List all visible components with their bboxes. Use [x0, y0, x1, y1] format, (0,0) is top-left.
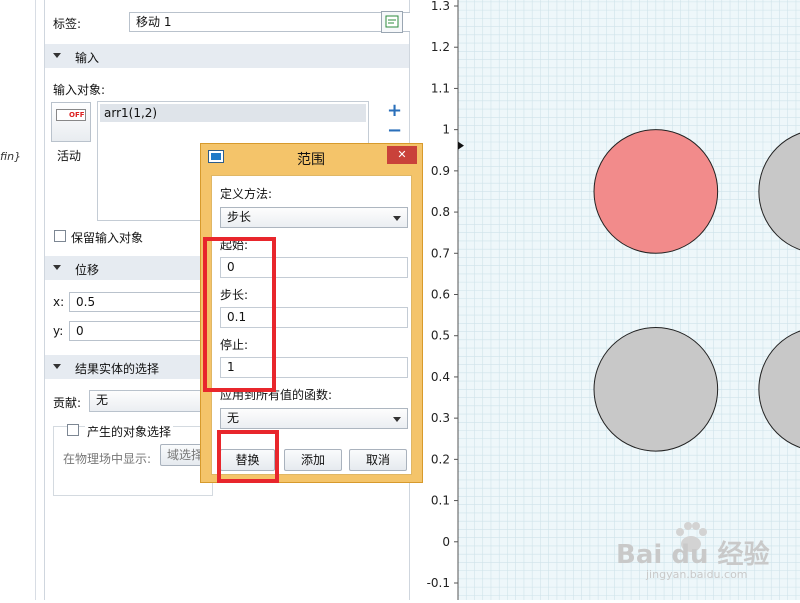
define-method-value: 步长	[227, 210, 252, 224]
y-tick-label: 0.7	[431, 246, 450, 260]
y-tick-label: 0.5	[431, 329, 450, 343]
keep-input-label: 保留输入对象	[71, 231, 144, 245]
watermark-url: jingyan.baidu.com	[646, 568, 748, 581]
y-tick-label: 1.1	[431, 81, 450, 95]
create-selection-checkbox[interactable]	[67, 424, 79, 436]
y-tick-label: 0.6	[431, 288, 450, 302]
section-input[interactable]: 输入	[45, 44, 409, 68]
circle-shape[interactable]	[593, 326, 719, 452]
list-item[interactable]: arr1(1,2)	[100, 104, 366, 122]
y-tick-label: -0.1	[427, 576, 450, 590]
collapse-icon	[53, 265, 61, 270]
cancel-button[interactable]: 取消	[349, 449, 407, 471]
function-select[interactable]: 无	[220, 408, 408, 429]
y-tick-label: 0.8	[431, 205, 450, 219]
y-tick-label: 1	[442, 123, 450, 137]
input-objects-caption: 输入对象:	[53, 83, 106, 97]
section-title: 结果实体的选择	[75, 362, 160, 376]
graphics-view[interactable]: 1.3 1.2 1.1 1 0.9 0.8 0.7 0.6 0.5 0.4 0.3 0.2 0.1 0 -0…	[410, 0, 800, 600]
define-method-label: 定义方法:	[220, 187, 273, 201]
formula-fragment: fin}	[0, 150, 22, 163]
highlight-box-replace	[217, 430, 279, 483]
notes-icon	[385, 15, 399, 28]
baidu-watermark: Bai du 经验 jingyan.baidu.com	[610, 520, 800, 590]
add-icon[interactable]: +	[387, 100, 402, 121]
define-method-select[interactable]: 步长	[220, 207, 408, 228]
circle-shape[interactable]	[593, 129, 719, 254]
divider-line	[35, 0, 36, 600]
y-tick-label: 0	[442, 535, 450, 549]
app-icon	[208, 150, 224, 163]
y-tick-label: 1.2	[431, 40, 450, 54]
active-toggle[interactable]: OFF	[51, 102, 91, 142]
show-in-physics-label: 在物理场中显示:	[63, 452, 152, 466]
notes-button[interactable]	[381, 11, 403, 33]
dialog-title: 范围	[297, 152, 325, 168]
chevron-down-icon	[393, 417, 401, 422]
x-label: x:	[53, 295, 65, 309]
collapse-icon	[53, 364, 61, 369]
collapse-icon	[53, 53, 61, 58]
y-tick-label: 0.4	[431, 370, 450, 384]
off-icon: OFF	[56, 109, 86, 121]
remove-icon[interactable]: −	[387, 120, 402, 141]
label-caption: 标签:	[53, 17, 82, 31]
highlight-box-fields	[203, 237, 276, 392]
create-selection-label: 产生的对象选择	[85, 423, 174, 440]
y-tick-label: 0.3	[431, 411, 450, 425]
active-label: 活动	[57, 149, 82, 163]
plot-canvas[interactable]: 1.3 1.2 1.1 1 0.9 0.8 0.7 0.6 0.5 0.4 0.3 0.2 0.1 0 -0…	[410, 0, 800, 600]
watermark-logo: Bai du 经验	[616, 540, 770, 570]
y-tick-label: 0.2	[431, 452, 450, 466]
close-icon[interactable]: ✕	[387, 146, 417, 164]
plot-background	[458, 0, 800, 600]
chevron-down-icon	[393, 216, 401, 221]
y-tick-label: 1.3	[431, 0, 450, 13]
section-title: 位移	[75, 263, 100, 277]
section-title: 输入	[75, 51, 100, 65]
contribute-label: 贡献:	[53, 396, 82, 410]
y-tick-label: 0.1	[431, 494, 450, 508]
add-button[interactable]: 添加	[284, 449, 342, 471]
function-value: 无	[227, 411, 240, 425]
keep-input-checkbox[interactable]	[54, 230, 66, 242]
label-input[interactable]: 移动 1	[129, 12, 417, 32]
y-tick-label: 0.9	[431, 164, 450, 178]
y-label: y:	[53, 324, 64, 338]
